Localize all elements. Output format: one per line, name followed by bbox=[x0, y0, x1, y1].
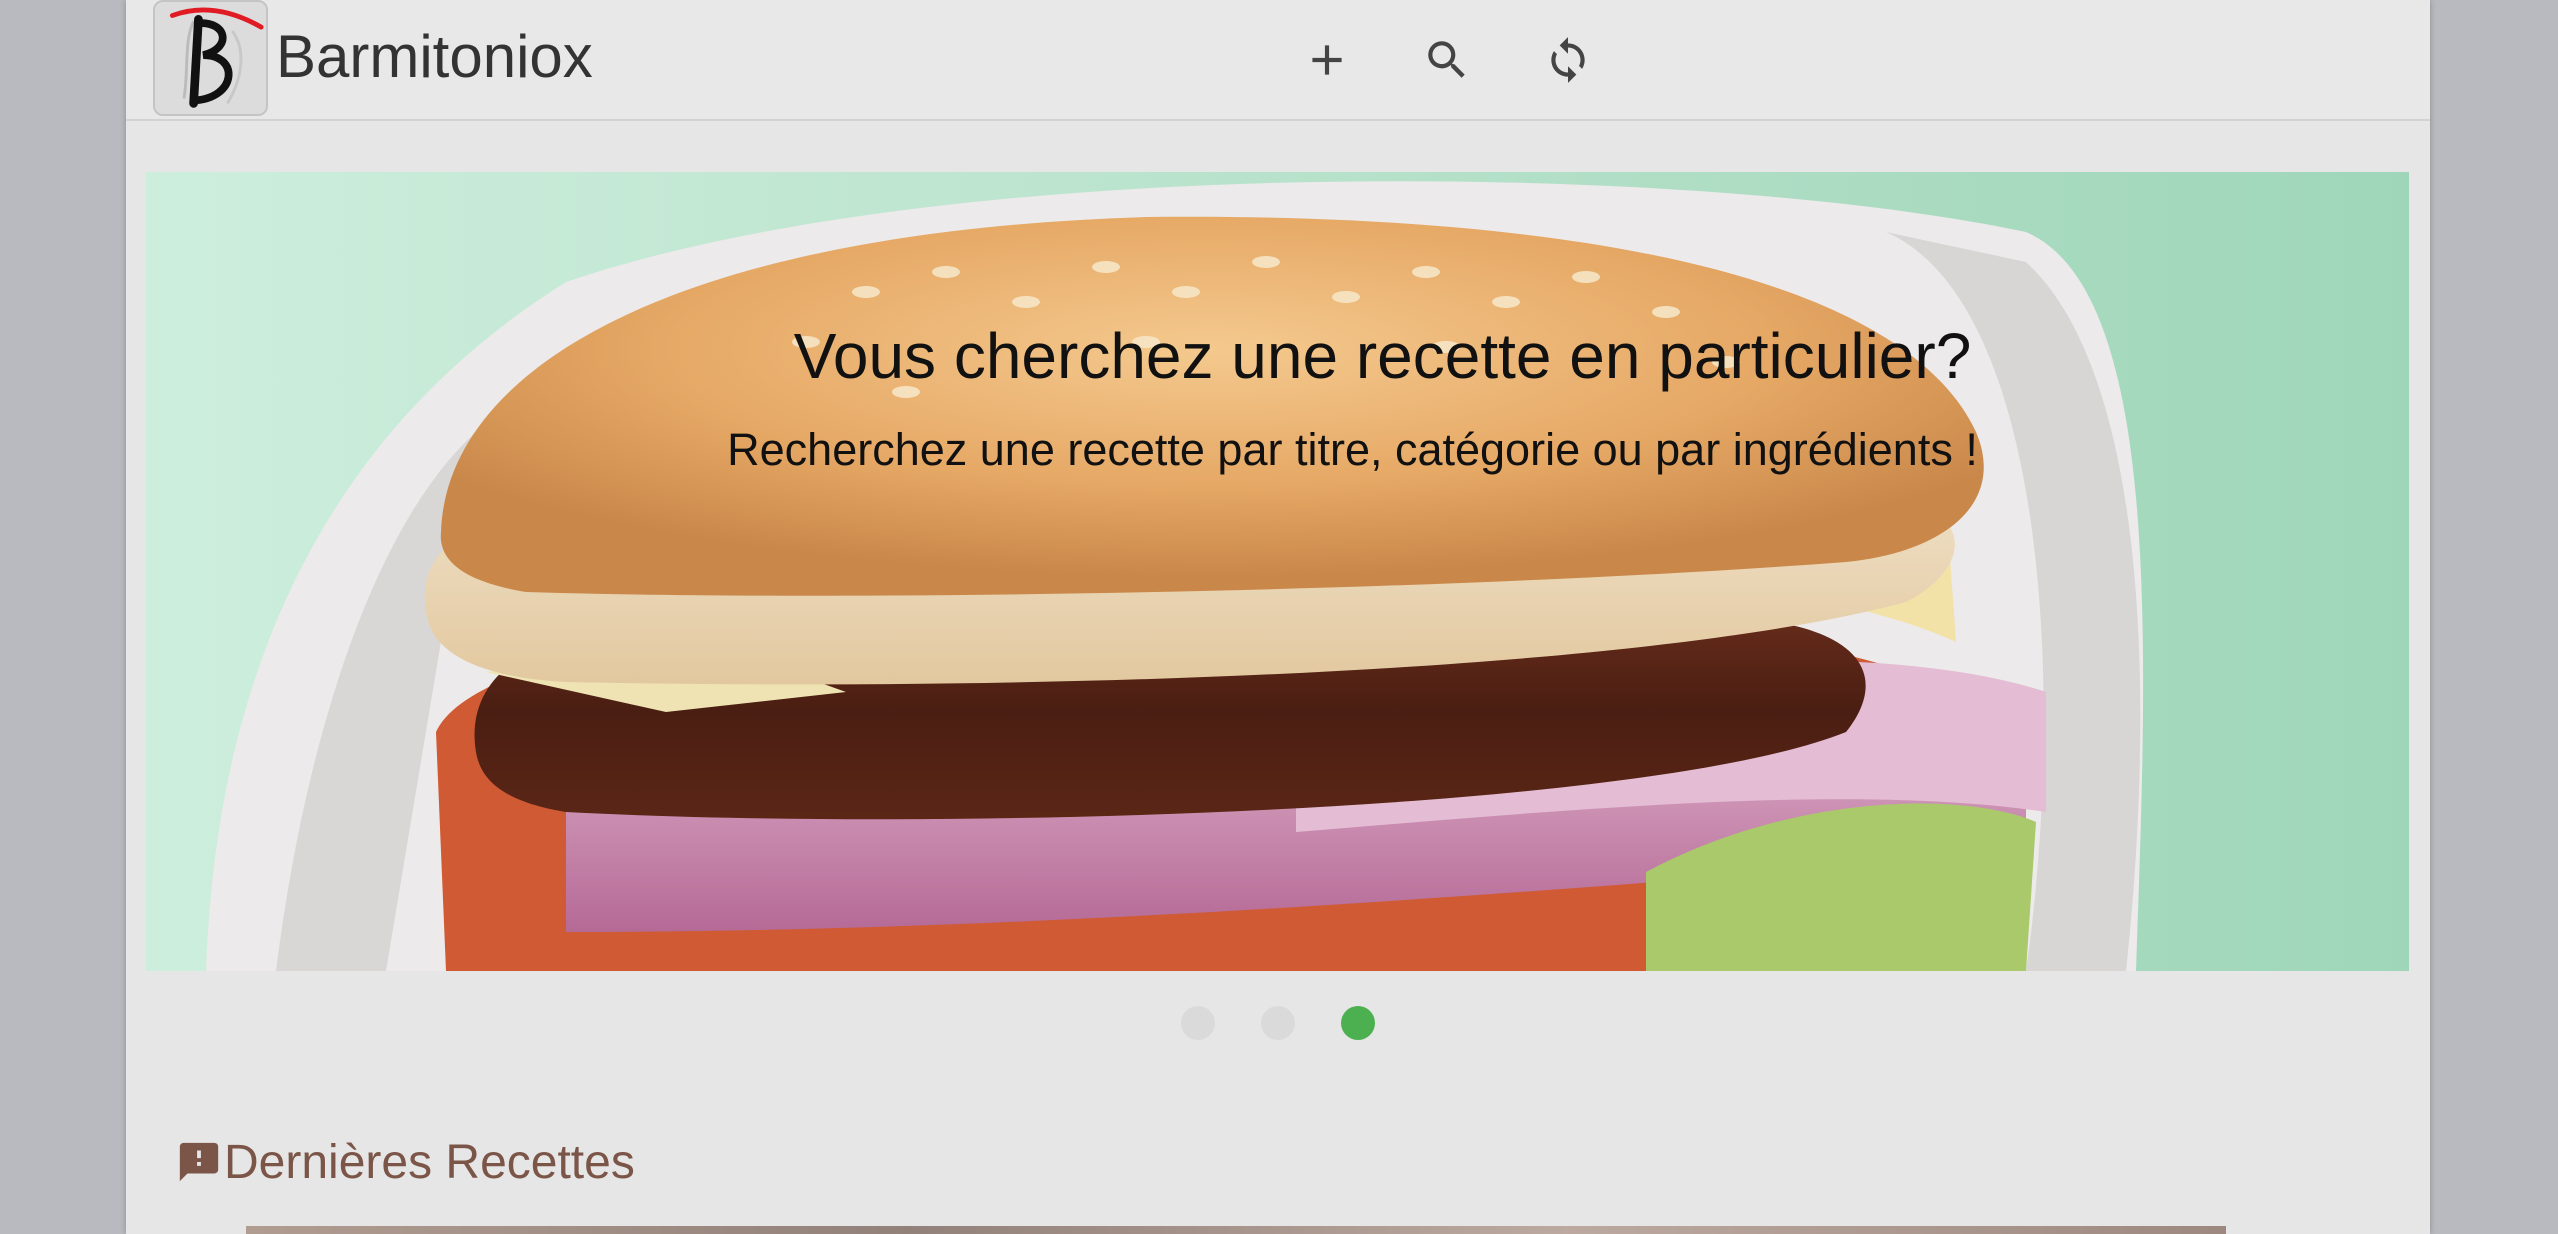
burger-image bbox=[146, 172, 2409, 971]
latest-recipes-header: Dernières Recettes bbox=[176, 1132, 635, 1192]
top-app-bar: Barmitoniox bbox=[126, 0, 2430, 121]
feedback-icon bbox=[179, 1142, 219, 1182]
search-icon bbox=[1428, 41, 1465, 78]
recipe-cards-preview bbox=[246, 1226, 2226, 1234]
hero-subtitle: Recherchez une recette par titre, catégo… bbox=[727, 424, 1978, 475]
plus-icon bbox=[1312, 45, 1342, 75]
refresh-icon bbox=[1551, 37, 1585, 83]
carousel-dot-2[interactable] bbox=[1261, 1006, 1295, 1040]
app-window: Barmitoniox Vous cherchez une recette en… bbox=[126, 0, 2430, 1234]
add-button[interactable] bbox=[1295, 28, 1359, 92]
hero-carousel-slide[interactable]: Vous cherchez une recette en particulier… bbox=[146, 172, 2409, 971]
carousel-indicators bbox=[126, 1006, 2430, 1040]
app-logo[interactable] bbox=[153, 0, 268, 116]
hero-title: Vous cherchez une recette en particulier… bbox=[793, 320, 1972, 392]
carousel-dot-1[interactable] bbox=[1181, 1006, 1215, 1040]
carousel-dot-3-active[interactable] bbox=[1341, 1006, 1375, 1040]
search-button[interactable] bbox=[1415, 28, 1479, 92]
section-title: Dernières Recettes bbox=[224, 1135, 635, 1189]
refresh-button[interactable] bbox=[1536, 28, 1600, 92]
app-title: Barmitoniox bbox=[276, 23, 593, 90]
